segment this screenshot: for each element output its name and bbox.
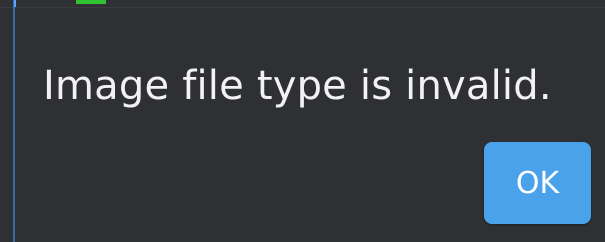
dialog-message: Image file type is invalid. (43, 63, 552, 109)
green-status-indicator-icon (76, 0, 106, 4)
background-app-strip (0, 0, 605, 8)
ok-button[interactable]: OK (484, 142, 591, 224)
error-dialog: Image file type is invalid. OK (15, 8, 605, 242)
screen: Image file type is invalid. OK (0, 0, 605, 242)
